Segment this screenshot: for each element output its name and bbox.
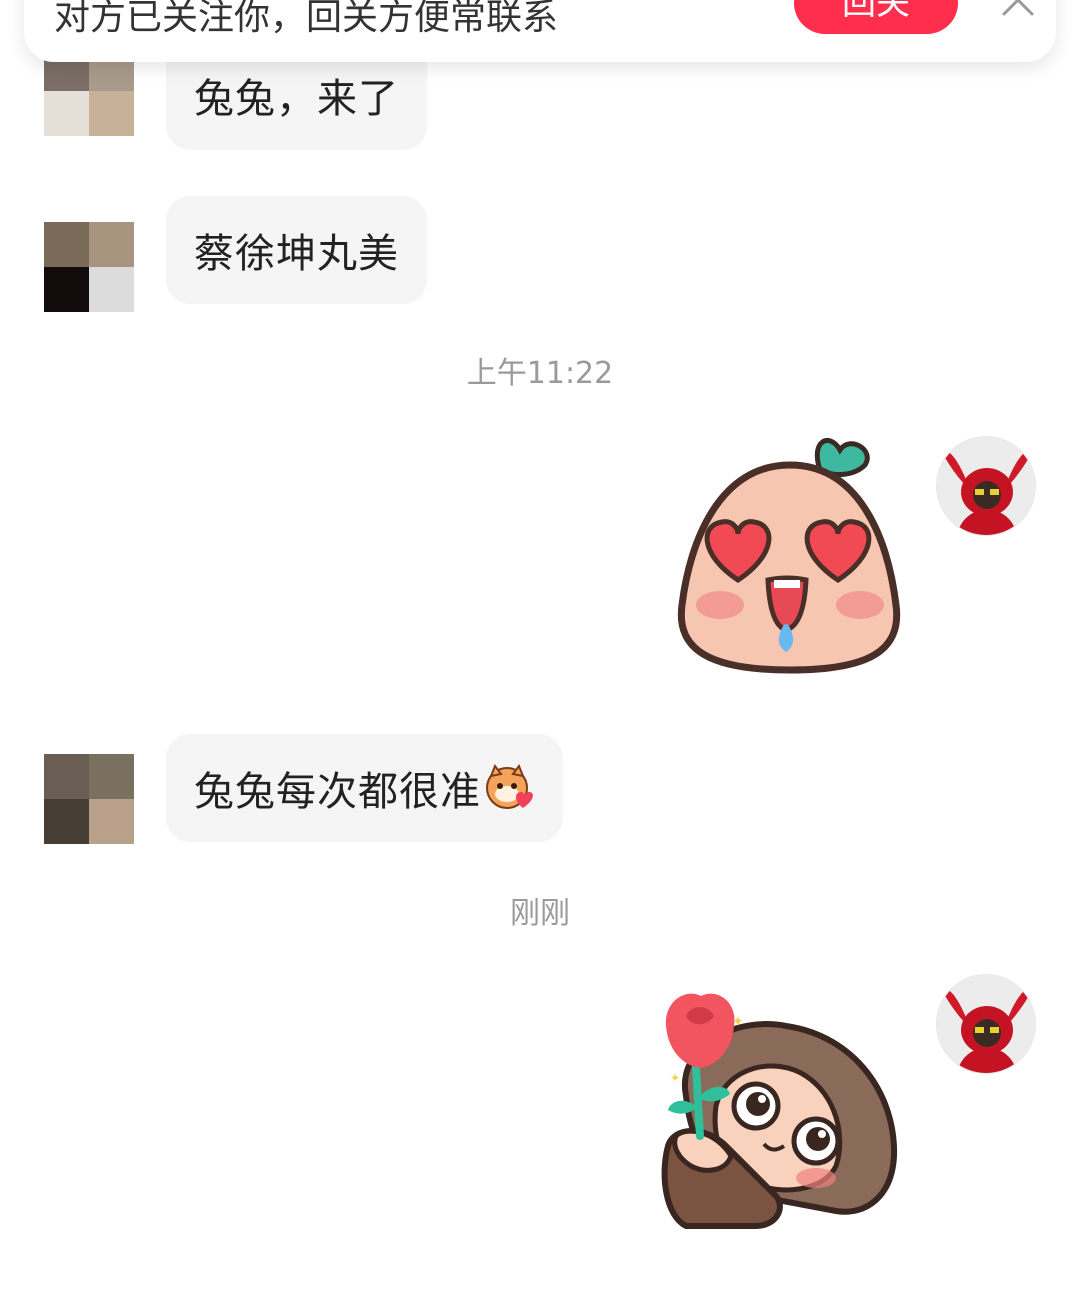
heart-eyes-blob-sticker[interactable] xyxy=(670,430,910,684)
follow-back-banner: 对方已关注你，回关方便常联系 回关 xyxy=(24,0,1056,62)
close-icon[interactable] xyxy=(996,0,1040,22)
timestamp: 上午11:22 xyxy=(466,356,614,391)
message-bubble[interactable]: 兔兔每次都很准 xyxy=(166,734,563,842)
message-text: 兔兔，来了 xyxy=(194,76,399,122)
svg-text:✦: ✦ xyxy=(732,1014,744,1030)
my-avatar[interactable] xyxy=(936,974,1036,1074)
tiger-heart-emoji xyxy=(483,762,535,814)
chat-screen: 对方已关注你，回关方便常联系 回关 兔兔，来了 蔡徐坤丸美 上午11:22 兔兔… xyxy=(0,0,1080,1292)
message-text: 兔兔每次都很准 xyxy=(194,769,481,815)
svg-text:✦: ✦ xyxy=(670,1071,680,1085)
contact-avatar[interactable] xyxy=(44,222,134,312)
contact-avatar[interactable] xyxy=(44,754,134,844)
girl-with-rose-sticker[interactable]: ✦ ✦ xyxy=(646,986,906,1240)
message-bubble[interactable]: 蔡徐坤丸美 xyxy=(166,196,427,304)
follow-back-button[interactable]: 回关 xyxy=(794,0,958,34)
my-avatar[interactable] xyxy=(936,436,1036,536)
banner-text: 对方已关注你，回关方便常联系 xyxy=(54,0,559,38)
timestamp: 刚刚 xyxy=(510,896,570,931)
message-text: 蔡徐坤丸美 xyxy=(194,231,399,277)
